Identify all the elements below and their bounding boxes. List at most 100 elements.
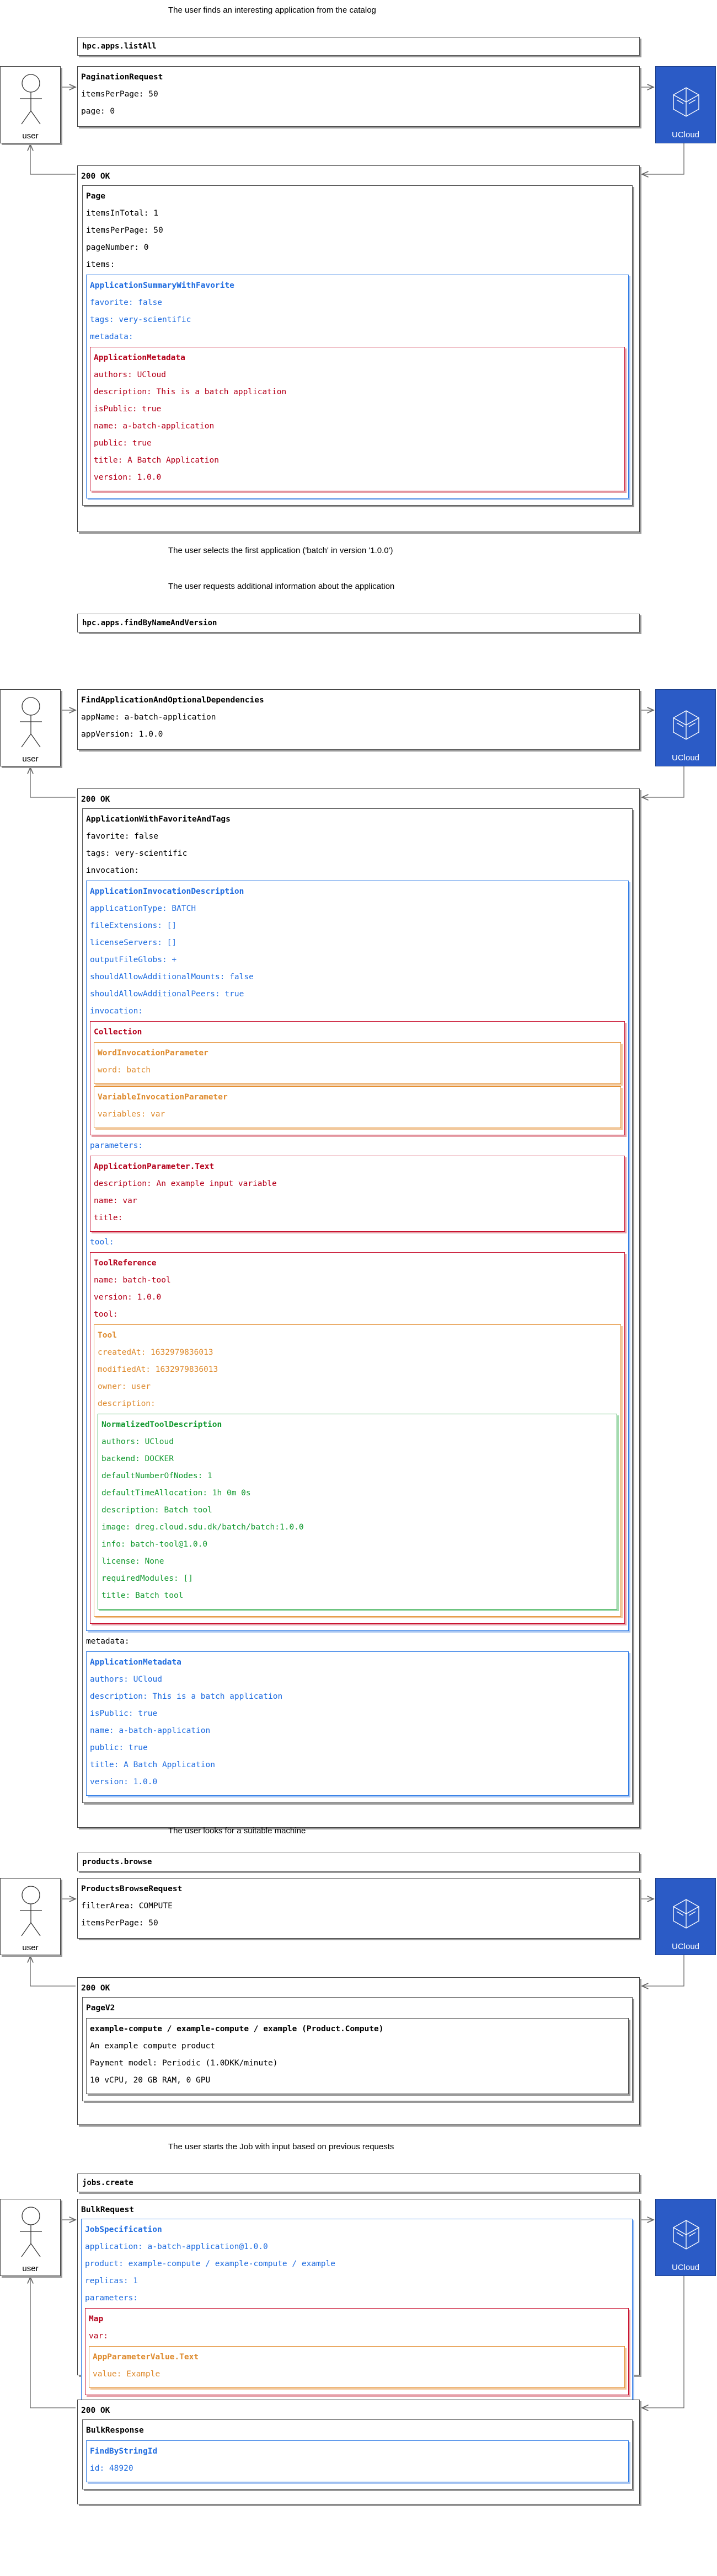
field-line: defaultNumberOfNodes: 1: [101, 1472, 212, 1480]
field-line: owner: user: [98, 1382, 151, 1391]
field-line: info: batch-tool@1.0.0: [101, 1540, 208, 1549]
variable-param-box: VariableInvocationParameter variables: v…: [94, 1086, 621, 1128]
field-line: name: batch-tool: [94, 1276, 171, 1285]
api-call-name: hpc.apps.listAll: [77, 37, 640, 56]
response-message: 200 OK Page itemsInTotal: 1 itemsPerPage…: [77, 165, 640, 532]
field-line: modifiedAt: 1632979836013: [98, 1365, 218, 1374]
field-line: shouldAllowAdditionalMounts: false: [90, 973, 254, 981]
person-icon: [20, 2207, 42, 2257]
type-title: ProductsBrowseRequest: [81, 1885, 183, 1893]
tool-reference-box: ToolReference name: batch-tool version: …: [90, 1252, 625, 1624]
field-line: description: An example input variable: [94, 1179, 277, 1188]
api-call-name: products.browse: [77, 1853, 640, 1871]
response-message: 200 OK PageV2 example-compute / example-…: [77, 1977, 640, 2125]
field-line: itemsInTotal: 1: [86, 209, 158, 218]
field-line: createdAt: 1632979836013: [98, 1348, 213, 1357]
map-box: Map var: AppParameterValue.Text value: E…: [85, 2308, 629, 2395]
type-title: ApplicationMetadata: [90, 1658, 181, 1667]
field-line: tags: very-scientific: [86, 849, 188, 858]
normalized-tool-box: NormalizedToolDescription authors: UClou…: [98, 1414, 617, 1609]
field-line: Payment model: Periodic (1.0DKK/minute): [90, 2059, 278, 2068]
collection-box: Collection WordInvocationParameter word:…: [90, 1021, 625, 1135]
type-title: ApplicationMetadata: [94, 353, 185, 362]
type-title: Collection: [94, 1028, 142, 1037]
field-line: metadata:: [86, 1637, 130, 1646]
field-line: fileExtensions: []: [90, 921, 177, 930]
user-actor: user: [0, 66, 61, 143]
ucloud-logo-icon: [673, 710, 699, 740]
type-title: ToolReference: [94, 1259, 157, 1268]
field-line: version: 1.0.0: [94, 1293, 162, 1302]
step-caption: The user starts the Job with input based…: [168, 2142, 394, 2151]
word-param-box: WordInvocationParameter word: batch: [94, 1042, 621, 1084]
person-icon: [20, 74, 42, 125]
response-status: 200 OK: [81, 1984, 110, 1993]
type-title: PageV2: [86, 2004, 115, 2012]
field-line: description: This is a batch application: [94, 388, 287, 396]
type-title: ApplicationParameter.Text: [94, 1162, 215, 1171]
user-actor: user: [0, 2199, 61, 2276]
field-line: itemsPerPage: 50: [81, 1919, 158, 1928]
bulk-response-box: BulkResponse FindByStringId id: 48920: [82, 2419, 633, 2489]
type-title: BulkResponse: [86, 2426, 144, 2435]
type-title: BulkRequest: [81, 2205, 135, 2214]
actor-label: user: [22, 754, 39, 764]
ucloud-service: UCloud: [655, 2199, 716, 2276]
actor-label: user: [22, 1943, 39, 1952]
request-message: PaginationRequest itemsPerPage: 50 page:…: [77, 66, 640, 127]
response-message: 200 OK ApplicationWithFavoriteAndTags fa…: [77, 788, 640, 1828]
field-line: An example compute product: [90, 2042, 215, 2051]
app-metadata-box: ApplicationMetadata authors: UCloud desc…: [86, 1651, 629, 1796]
field-line: public: true: [94, 439, 152, 448]
field-line: itemsPerPage: 50: [81, 90, 158, 99]
type-title: FindByStringId: [90, 2447, 158, 2456]
field-line: name: a-batch-application: [90, 1726, 211, 1735]
field-line: title:: [94, 1214, 123, 1222]
field-line: description:: [98, 1399, 156, 1408]
field-line: requiredModules: []: [101, 1574, 193, 1583]
field-line: description: This is a batch application: [90, 1692, 283, 1701]
field-line: authors: UCloud: [94, 371, 166, 379]
step-caption: The user finds an interesting applicatio…: [168, 6, 376, 15]
person-icon: [20, 697, 42, 748]
app-with-tags-box: ApplicationWithFavoriteAndTags favorite:…: [82, 808, 633, 1803]
ucloud-service: UCloud: [655, 689, 716, 766]
field-line: applicationType: BATCH: [90, 904, 196, 913]
actor-label: user: [22, 2264, 39, 2273]
type-title: WordInvocationParameter: [98, 1049, 208, 1058]
field-line: backend: DOCKER: [101, 1455, 174, 1463]
type-title: NormalizedToolDescription: [101, 1420, 222, 1429]
field-line: licenseServers: []: [90, 938, 177, 947]
app-parameter-box: ApplicationParameter.Text description: A…: [90, 1156, 625, 1232]
field-line: tool:: [94, 1310, 118, 1319]
response-message: 200 OK BulkResponse FindByStringId id: 4…: [77, 2400, 640, 2504]
response-status: 200 OK: [81, 795, 110, 804]
type-title: PaginationRequest: [81, 73, 163, 82]
field-line: 10 vCPU, 20 GB RAM, 0 GPU: [90, 2076, 211, 2085]
find-by-id-box: FindByStringId id: 48920: [86, 2440, 629, 2482]
field-line: product: example-compute / example-compu…: [85, 2260, 335, 2268]
step-caption: The user requests additional information…: [168, 582, 395, 591]
field-line: invocation:: [86, 866, 140, 875]
field-line: favorite: false: [86, 832, 158, 841]
ucloud-service: UCloud: [655, 1878, 716, 1955]
api-call-name: jobs.create: [77, 2174, 640, 2192]
field-line: items:: [86, 260, 115, 269]
field-line: page: 0: [81, 107, 115, 116]
field-line: id: 48920: [90, 2464, 133, 2473]
field-line: shouldAllowAdditionalPeers: true: [90, 990, 244, 999]
user-actor: user: [0, 1878, 61, 1955]
field-line: description: Batch tool: [101, 1506, 212, 1515]
response-status: 200 OK: [81, 172, 110, 181]
request-message: BulkRequest JobSpecification application…: [77, 2199, 640, 2402]
type-title: FindApplicationAndOptionalDependencies: [81, 696, 264, 705]
api-call-name: hpc.apps.findByNameAndVersion: [77, 614, 640, 632]
type-title: AppParameterValue.Text: [93, 2353, 199, 2362]
page-box: PageV2 example-compute / example-compute…: [82, 1997, 633, 2101]
service-label: UCloud: [671, 130, 700, 139]
field-line: filterArea: COMPUTE: [81, 1902, 173, 1910]
response-status: 200 OK: [81, 2406, 110, 2415]
field-line: version: 1.0.0: [94, 473, 162, 482]
param-value-box: AppParameterValue.Text value: Example: [89, 2346, 625, 2388]
field-line: image: dreg.cloud.sdu.dk/batch/batch:1.0…: [101, 1523, 304, 1532]
